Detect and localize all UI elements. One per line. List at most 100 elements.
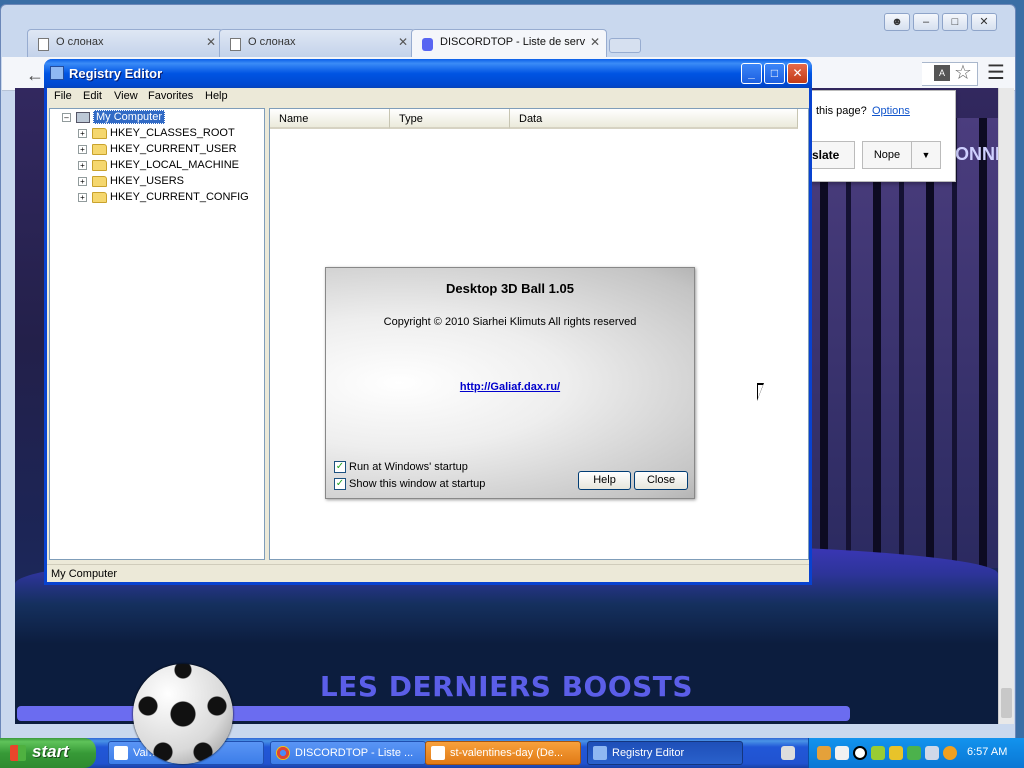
- folder-icon: [92, 175, 107, 187]
- network-icon[interactable]: [907, 746, 921, 760]
- tab-close-icon[interactable]: ✕: [206, 35, 216, 49]
- tree-item-label: HKEY_LOCAL_MACHINE: [110, 159, 239, 171]
- clock: 6:57 AM: [967, 746, 1008, 758]
- column-data[interactable]: Data: [510, 109, 798, 129]
- search-icon[interactable]: [943, 746, 957, 760]
- translate-question: this page?: [816, 105, 867, 117]
- expand-icon[interactable]: +: [78, 128, 87, 138]
- tray-app-icon[interactable]: [817, 746, 831, 760]
- tree-item-label: HKEY_CLASSES_ROOT: [110, 127, 235, 139]
- translate-icon[interactable]: A: [934, 65, 950, 81]
- translate-bubble: this page? Options slate Nope ▼: [809, 90, 956, 182]
- website-link[interactable]: http://Galiaf.dax.ru/: [326, 381, 694, 393]
- chrome-icon: [276, 746, 290, 760]
- discord-icon: [422, 38, 433, 51]
- new-tab-button[interactable]: [609, 38, 641, 53]
- menu-bar: File Edit View Favorites Help: [47, 88, 809, 106]
- folder-icon: [92, 127, 107, 139]
- soccer-ball-icon[interactable]: [133, 664, 233, 764]
- minimize-button[interactable]: _: [741, 63, 762, 84]
- taskbar-button-paint[interactable]: st-valentines-day (De...: [425, 741, 581, 765]
- scrollbar-thumb[interactable]: [1001, 688, 1012, 718]
- profile-button[interactable]: ☻: [884, 13, 910, 31]
- dialog-title: Desktop 3D Ball 1.05: [446, 281, 574, 296]
- menu-favorites[interactable]: Favorites: [148, 90, 193, 102]
- checkmark-icon[interactable]: ✓: [334, 461, 346, 474]
- checkmark-icon[interactable]: ✓: [334, 478, 346, 491]
- tree-item-label: HKEY_CURRENT_USER: [110, 143, 237, 155]
- regedit-icon: [593, 746, 607, 760]
- translate-button[interactable]: slate: [809, 141, 855, 169]
- tab-elephants-1[interactable]: О слонах ✕: [27, 29, 223, 57]
- tree-item-current-user[interactable]: + HKEY_CURRENT_USER: [78, 143, 237, 155]
- ball-about-dialog: Desktop 3D Ball 1.05 Copyright © 2010 Si…: [325, 267, 695, 499]
- tree-item-label: HKEY_USERS: [110, 175, 184, 187]
- taskbar-button-label: DISCORDTOP - Liste ...: [295, 747, 414, 759]
- taskbar-button-label: st-valentines-day (De...: [450, 747, 564, 759]
- expand-icon[interactable]: +: [78, 144, 87, 154]
- tree-item-classes-root[interactable]: + HKEY_CLASSES_ROOT: [78, 127, 235, 139]
- column-type[interactable]: Type: [390, 109, 510, 129]
- tab-discordtop[interactable]: DISCORDTOP - Liste de serv ✕: [411, 29, 607, 57]
- column-name[interactable]: Name: [270, 109, 390, 129]
- help-button[interactable]: Help: [578, 471, 631, 490]
- tab-label: О слонах: [248, 36, 296, 48]
- shield-icon[interactable]: [835, 746, 849, 760]
- page-icon: [38, 38, 49, 51]
- forest-background: [798, 118, 998, 568]
- keyboard-icon[interactable]: [781, 746, 795, 760]
- mouse-cursor-icon: [757, 383, 764, 401]
- menu-icon[interactable]: ☰: [987, 60, 1005, 85]
- back-arrow-icon[interactable]: ←: [26, 65, 44, 86]
- tree-item-users[interactable]: + HKEY_USERS: [78, 175, 184, 187]
- tree-item-current-config[interactable]: + HKEY_CURRENT_CONFIG: [78, 191, 249, 203]
- registry-tree: – My Computer + HKEY_CLASSES_ROOT + HKEY_CU…: [49, 108, 265, 560]
- page-scrollbar[interactable]: [998, 88, 1014, 724]
- soccer-ball-icon[interactable]: [853, 746, 867, 760]
- menu-file[interactable]: File: [54, 90, 72, 102]
- expand-icon[interactable]: +: [78, 160, 87, 170]
- close-button[interactable]: Close: [634, 471, 688, 490]
- window-title-bar[interactable]: Registry Editor: [44, 59, 812, 88]
- menu-edit[interactable]: Edit: [83, 90, 102, 102]
- tree-item-local-machine[interactable]: + HKEY_LOCAL_MACHINE: [78, 159, 239, 171]
- nope-button[interactable]: Nope: [862, 141, 912, 169]
- expand-icon[interactable]: +: [78, 176, 87, 186]
- folder-icon: [92, 191, 107, 203]
- minimize-button[interactable]: –: [913, 13, 939, 31]
- menu-view[interactable]: View: [114, 90, 138, 102]
- taskbar-button-chrome[interactable]: DISCORDTOP - Liste ...: [270, 741, 426, 765]
- tab-close-icon[interactable]: ✕: [590, 35, 600, 49]
- tab-elephants-2[interactable]: О слонах ✕: [219, 29, 415, 57]
- menu-help[interactable]: Help: [205, 90, 228, 102]
- run-at-startup-checkbox[interactable]: ✓ Run at Windows' startup: [334, 461, 468, 474]
- close-button[interactable]: ✕: [971, 13, 997, 31]
- tree-root[interactable]: – My Computer: [62, 110, 166, 124]
- tree-root-label: My Computer: [93, 110, 166, 124]
- tray-app-icon[interactable]: [871, 746, 885, 760]
- maximize-button[interactable]: □: [942, 13, 968, 31]
- start-button[interactable]: start: [0, 738, 96, 768]
- show-window-checkbox[interactable]: ✓ Show this window at startup: [334, 478, 485, 491]
- taskbar-button-regedit[interactable]: Registry Editor: [587, 741, 743, 765]
- bookmark-star-icon[interactable]: ☆: [954, 60, 972, 85]
- tab-close-icon[interactable]: ✕: [398, 35, 408, 49]
- tree-item-label: HKEY_CURRENT_CONFIG: [110, 191, 249, 203]
- page-icon: [230, 38, 241, 51]
- tab-label: DISCORDTOP - Liste de serv: [440, 36, 586, 48]
- collapse-icon[interactable]: –: [62, 112, 71, 122]
- app-icon: [114, 746, 128, 760]
- tab-label: О слонах: [56, 36, 104, 48]
- volume-icon[interactable]: [925, 746, 939, 760]
- expand-icon[interactable]: +: [78, 192, 87, 202]
- page-heading-partial: ONNE: [955, 144, 998, 164]
- computer-icon: [76, 111, 90, 123]
- maximize-button[interactable]: □: [764, 63, 785, 84]
- security-icon[interactable]: [889, 746, 903, 760]
- folder-icon: [92, 159, 107, 171]
- chevron-down-icon[interactable]: ▼: [911, 141, 941, 169]
- window-title: Registry Editor: [69, 66, 163, 81]
- close-button[interactable]: ✕: [787, 63, 808, 84]
- translate-options-link[interactable]: Options: [872, 105, 910, 117]
- taskbar-button-label: Registry Editor: [612, 747, 685, 759]
